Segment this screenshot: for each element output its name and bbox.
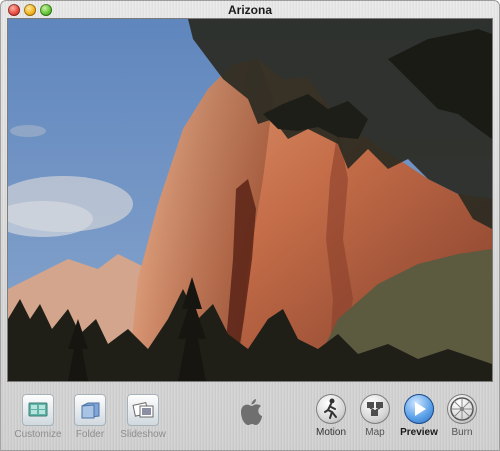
title-bar[interactable]: Arizona — [0, 0, 500, 20]
slideshow-icon — [127, 394, 159, 426]
window-title: Arizona — [227, 3, 272, 17]
slideshow-label: Slideshow — [120, 429, 166, 440]
burn-label: Burn — [451, 427, 473, 438]
app-window: Arizona Customize Folder Slideshow Motio… — [0, 0, 500, 451]
customize-button[interactable]: Customize — [12, 394, 64, 440]
bottom-toolbar: Customize Folder Slideshow Motion Map Pr… — [0, 384, 500, 451]
burn-icon — [447, 394, 477, 424]
burn-button[interactable]: Burn — [436, 394, 488, 438]
customize-label: Customize — [14, 429, 62, 440]
customize-icon — [22, 394, 54, 426]
folder-button[interactable]: Folder — [64, 394, 116, 440]
motion-icon — [316, 394, 346, 424]
preview-play-icon — [404, 394, 434, 424]
folder-icon — [74, 394, 106, 426]
landscape-photo — [8, 19, 492, 381]
map-icon — [360, 394, 390, 424]
folder-label: Folder — [75, 429, 105, 440]
slideshow-button[interactable]: Slideshow — [117, 394, 169, 440]
slideshow-preview-image — [8, 19, 492, 381]
apple-logo-icon — [237, 397, 265, 427]
